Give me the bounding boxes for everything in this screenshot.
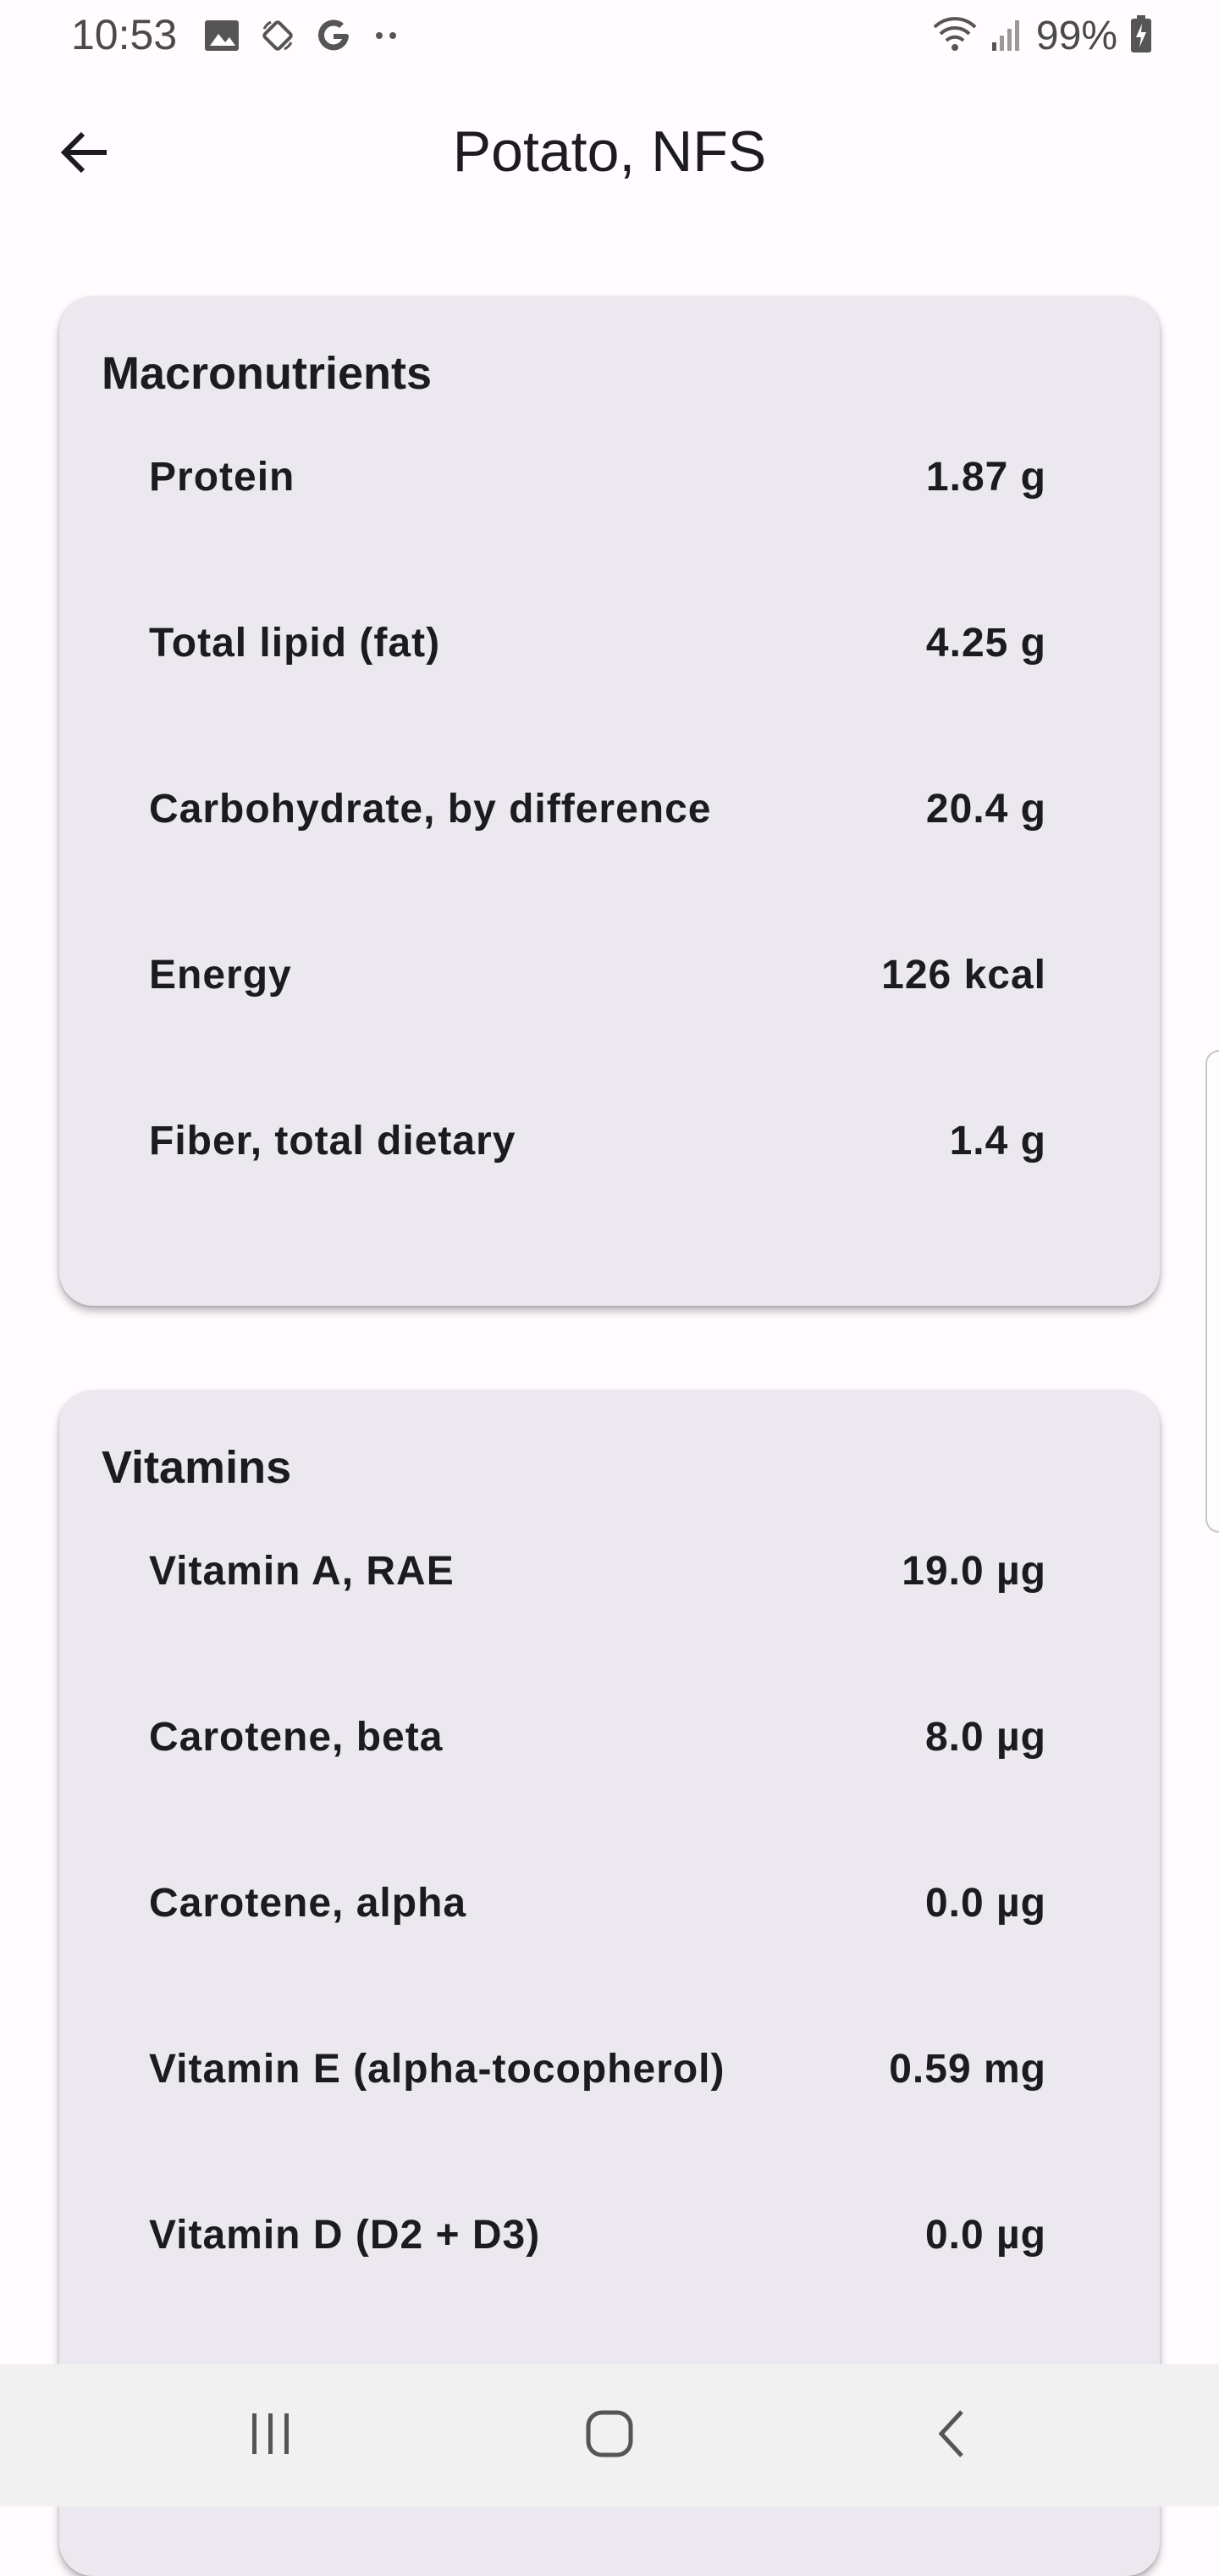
nutrient-row-carotene-beta: Carotene, beta 8.0 µg bbox=[149, 1705, 1046, 1871]
nutrient-value: 0.0 µg bbox=[924, 1881, 1046, 1926]
status-system-icons: 99% bbox=[931, 10, 1153, 61]
nutrient-name: Protein bbox=[149, 455, 295, 500]
nutrient-row-energy: Energy 126 kcal bbox=[149, 943, 1046, 1109]
nutrient-value: 4.25 g bbox=[925, 621, 1046, 666]
nutrient-name: Carotene, alpha bbox=[149, 1881, 467, 1926]
nutrient-value: 1.87 g bbox=[925, 455, 1046, 500]
status-time: 10:53 bbox=[71, 11, 178, 58]
signal-icon bbox=[990, 15, 1024, 57]
back-icon bbox=[935, 2408, 968, 2463]
nutrient-row-total-lipid: Total lipid (fat) 4.25 g bbox=[149, 611, 1046, 777]
status-bar: 10:53 99% bbox=[0, 0, 1219, 71]
card-title: Vitamins bbox=[102, 1442, 292, 1493]
image-icon bbox=[203, 19, 240, 53]
nutrient-name: Vitamin A, RAE bbox=[149, 1549, 455, 1594]
system-back-button[interactable] bbox=[901, 2398, 1002, 2473]
nutrient-value: 19.0 µg bbox=[902, 1549, 1046, 1594]
nutrient-value: 0.59 mg bbox=[889, 2047, 1046, 2092]
home-icon bbox=[584, 2408, 635, 2463]
nutrient-row-fiber: Fiber, total dietary 1.4 g bbox=[149, 1109, 1046, 1275]
nutrient-value: 126 kcal bbox=[881, 953, 1046, 998]
recents-button[interactable] bbox=[220, 2398, 322, 2473]
nutrient-name: Carotene, beta bbox=[149, 1715, 444, 1760]
nutrient-value: 0.0 µg bbox=[924, 2213, 1046, 2258]
battery-percent: 99% bbox=[1035, 13, 1117, 58]
nutrient-row-vitamin-d: Vitamin D (D2 + D3) 0.0 µg bbox=[149, 2203, 1046, 2369]
recents-icon bbox=[245, 2410, 296, 2462]
nutrient-name: Carbohydrate, by difference bbox=[149, 787, 712, 832]
more-dots-icon bbox=[371, 17, 405, 54]
nutrient-value: 1.4 g bbox=[949, 1119, 1046, 1164]
nutrient-row-protein: Protein 1.87 g bbox=[149, 445, 1046, 611]
edge-panel-handle[interactable] bbox=[1205, 1050, 1219, 1533]
rotate-icon bbox=[259, 17, 296, 54]
nutrient-name: Vitamin E (alpha-tocopherol) bbox=[149, 2047, 725, 2092]
wifi-icon bbox=[931, 14, 979, 58]
nutrient-row-vitamin-a: Vitamin A, RAE 19.0 µg bbox=[149, 1540, 1046, 1705]
vitamin-list: Vitamin A, RAE 19.0 µg Carotene, beta 8.… bbox=[149, 1540, 1046, 2369]
nutrient-row-carotene-alpha: Carotene, alpha 0.0 µg bbox=[149, 1871, 1046, 2037]
home-button[interactable] bbox=[559, 2398, 660, 2473]
page-title: Potato, NFS bbox=[452, 119, 767, 184]
nutrient-name: Vitamin D (D2 + D3) bbox=[149, 2213, 541, 2258]
app-bar: Potato, NFS bbox=[0, 71, 1219, 237]
navigation-bar bbox=[0, 2364, 1219, 2507]
nutrient-value: 8.0 µg bbox=[924, 1715, 1046, 1760]
nutrient-value: 20.4 g bbox=[925, 787, 1046, 832]
nutrient-name: Fiber, total dietary bbox=[149, 1119, 516, 1164]
card-title: Macronutrients bbox=[102, 348, 433, 399]
nutrient-name: Total lipid (fat) bbox=[149, 621, 441, 666]
macronutrients-card: Macronutrients Protein 1.87 g Total lipi… bbox=[59, 296, 1160, 1306]
nutrient-row-carbohydrate: Carbohydrate, by difference 20.4 g bbox=[149, 777, 1046, 943]
google-icon bbox=[315, 17, 352, 54]
nutrient-name: Energy bbox=[149, 953, 292, 998]
macronutrient-list: Protein 1.87 g Total lipid (fat) 4.25 g … bbox=[149, 445, 1046, 1275]
nutrient-row-vitamin-e: Vitamin E (alpha-tocopherol) 0.59 mg bbox=[149, 2037, 1046, 2203]
status-notification-icons bbox=[203, 17, 405, 54]
battery-charging-icon bbox=[1129, 14, 1153, 58]
